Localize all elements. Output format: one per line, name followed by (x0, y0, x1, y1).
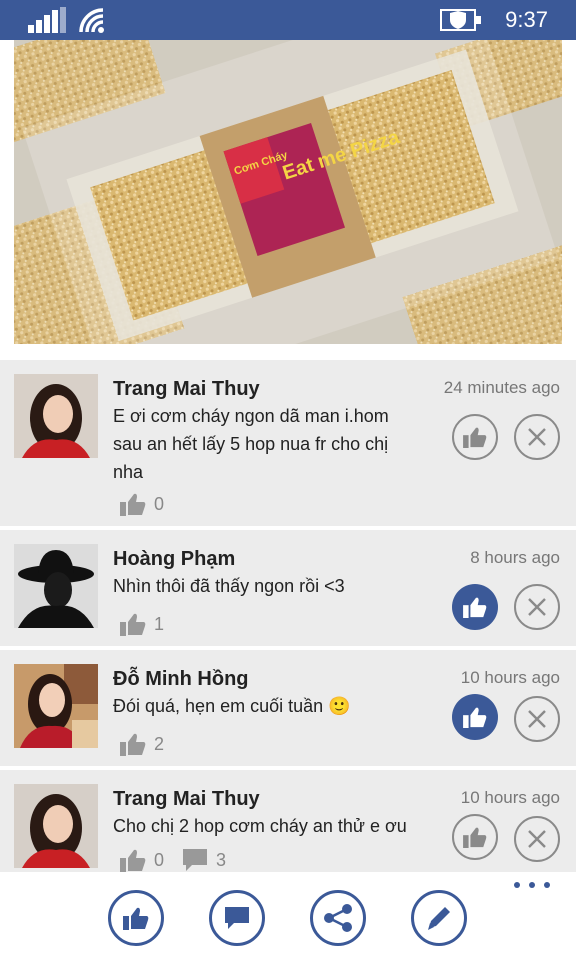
post-photo[interactable]: Eat me Pizza Cơm Cháy (14, 40, 562, 344)
comment-author[interactable]: Trang Mai Thuy (113, 788, 260, 811)
like-comment-button[interactable] (452, 414, 498, 460)
avatar[interactable] (14, 784, 98, 868)
reply-count: 3 (216, 849, 227, 870)
comment-time: 24 minutes ago (443, 378, 560, 397)
facebook-photo-comments-screen: 9:37 Eat me Pizza Cơm Cháy Trang Mai Thu… (0, 0, 576, 960)
avatar[interactable] (14, 664, 98, 748)
status-bar: 9:37 (0, 0, 576, 40)
share-icon (324, 904, 352, 932)
comment-text-line: nha (113, 462, 144, 482)
comment-author[interactable]: Hoàng Phạm (113, 548, 235, 571)
app-bar (0, 872, 576, 960)
thumbs-up-icon (463, 427, 487, 448)
comment-item: Đỗ Minh Hồng 10 hours ago Đói quá, hẹn e… (0, 650, 576, 766)
wifi-icon (79, 8, 104, 33)
share-button[interactable] (310, 890, 366, 946)
avatar[interactable] (14, 374, 98, 458)
like-count-icon (120, 493, 146, 516)
like-count: 0 (154, 493, 165, 514)
remove-comment-button[interactable] (514, 584, 560, 630)
thumbs-up-icon (463, 597, 487, 618)
like-count-icon (120, 613, 146, 636)
close-icon (528, 830, 546, 848)
comment-time: 10 hours ago (460, 668, 560, 687)
like-button[interactable] (108, 890, 164, 946)
close-icon (528, 428, 546, 446)
like-count-icon (120, 733, 146, 756)
like-comment-button[interactable] (452, 814, 498, 860)
comment-time: 8 hours ago (470, 548, 560, 567)
signal-icon (28, 7, 66, 33)
comment-time: 10 hours ago (460, 788, 560, 807)
battery-icon (440, 9, 481, 31)
avatar[interactable] (14, 544, 98, 628)
comment-author[interactable]: Trang Mai Thuy (113, 378, 260, 401)
comment-text-line: Cho chị 2 hop cơm cháy an thử e ơu (113, 816, 407, 836)
comment-text-line: sau an hết lấy 5 hop nua fr cho chị (113, 434, 389, 454)
comment-text: Đói quá, hẹn em cuối tuần 🙂 (113, 692, 438, 720)
thumbs-up-icon (463, 707, 487, 728)
comment-list: Trang Mai Thuy 24 minutes ago E ơi cơm c… (0, 360, 576, 880)
like-count: 0 (154, 849, 165, 870)
comment-button[interactable] (209, 890, 265, 946)
comment-meta: 1 (120, 610, 182, 638)
remove-comment-button[interactable] (514, 414, 560, 460)
comment-text-line: E ơi cơm cháy ngon dã man i.hom (113, 406, 389, 426)
comment-item: Trang Mai Thuy 10 hours ago Cho chị 2 ho… (0, 770, 576, 876)
more-icon[interactable] (514, 882, 550, 896)
comment-text-line: Nhìn thôi đã thấy ngon rồi <3 (113, 576, 345, 596)
comment-text: Cho chị 2 hop cơm cháy an thử e ơu (113, 812, 438, 840)
close-icon (528, 598, 546, 616)
comment-item: Hoàng Phạm 8 hours ago Nhìn thôi đã thấy… (0, 530, 576, 646)
comment-author[interactable]: Đỗ Minh Hồng (113, 668, 249, 691)
remove-comment-button[interactable] (514, 696, 560, 742)
like-comment-button[interactable] (452, 584, 498, 630)
status-time: 9:37 (505, 7, 548, 32)
comment-item: Trang Mai Thuy 24 minutes ago E ơi cơm c… (0, 360, 576, 526)
close-icon (528, 710, 546, 728)
remove-comment-button[interactable] (514, 816, 560, 862)
like-count: 1 (154, 613, 165, 634)
rice-cracker-photo: Eat me Pizza Cơm Cháy (14, 40, 562, 344)
like-icon (123, 907, 149, 930)
comment-meta: 0 (120, 490, 182, 518)
comment-meta: 0 3 (120, 846, 244, 874)
thumbs-up-icon (463, 827, 487, 848)
like-count-icon (120, 849, 146, 872)
comment-text-line: Đói quá, hẹn em cuối tuần 🙂 (113, 696, 351, 716)
like-comment-button[interactable] (452, 694, 498, 740)
comment-meta: 2 (120, 730, 182, 758)
comment-icon (225, 907, 249, 929)
comment-text: E ơi cơm cháy ngon dã man i.hom sau an h… (113, 402, 438, 486)
edit-icon (428, 907, 450, 930)
comment-text: Nhìn thôi đã thấy ngon rồi <3 (113, 572, 438, 600)
edit-button[interactable] (411, 890, 467, 946)
comment-count-icon (183, 849, 208, 871)
like-count: 2 (154, 733, 165, 754)
